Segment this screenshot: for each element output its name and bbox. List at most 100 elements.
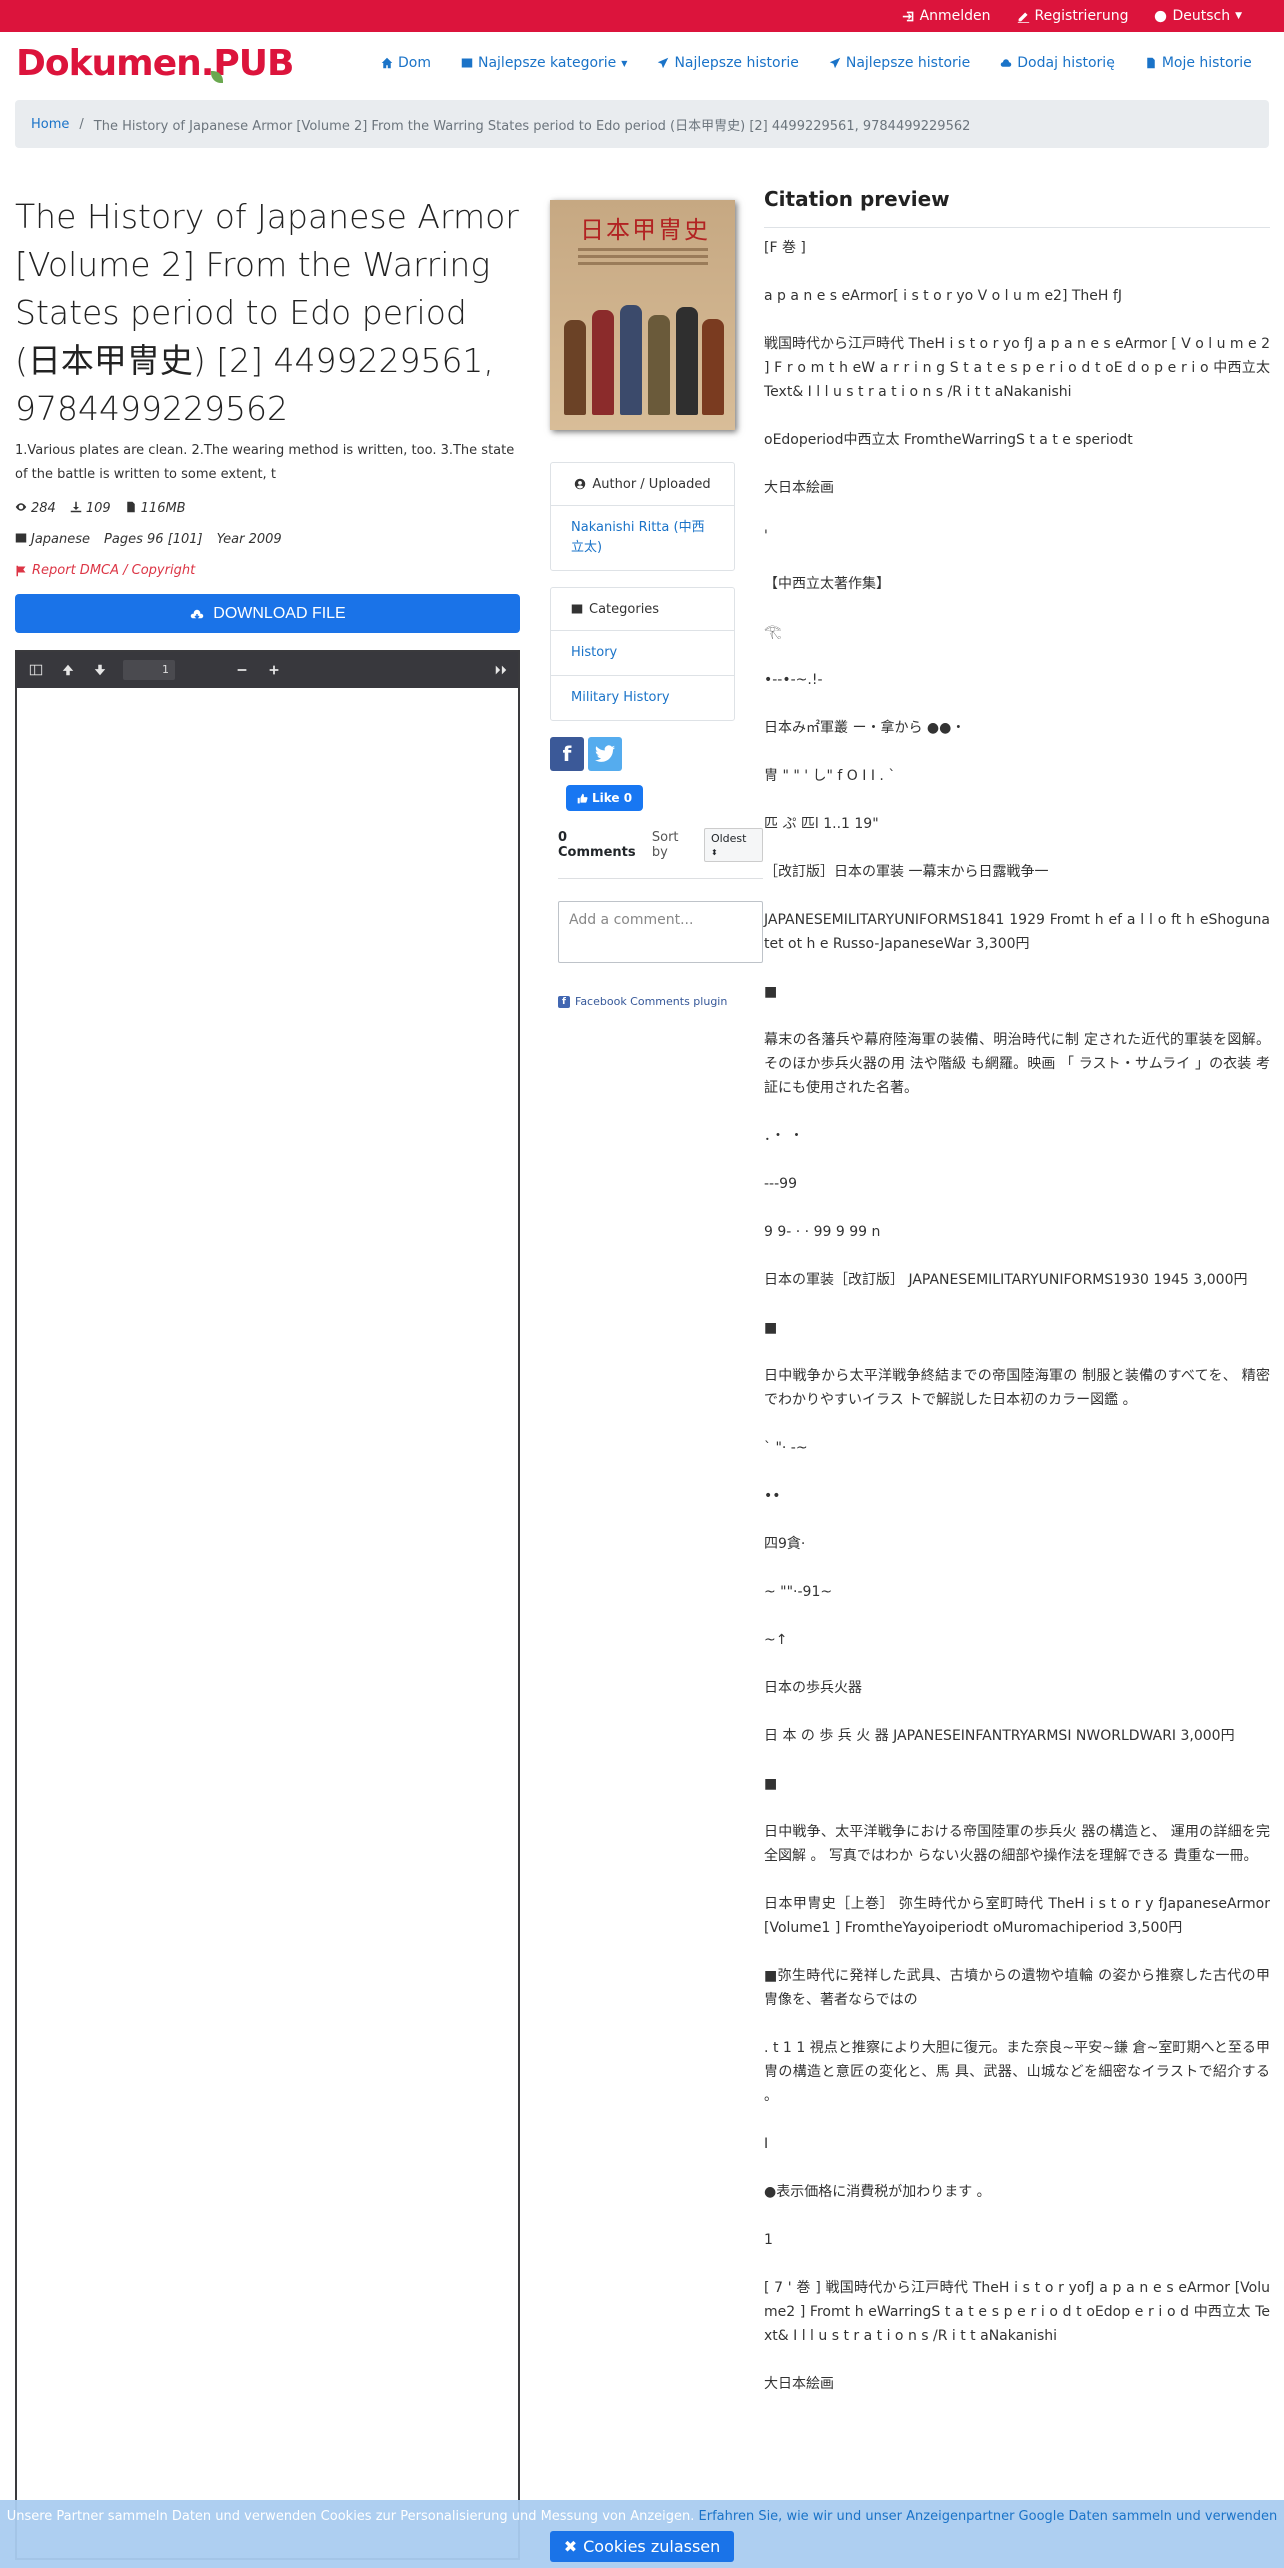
list-icon [461, 58, 473, 68]
citation-paragraph: •• [764, 1488, 781, 1504]
author-link[interactable]: Nakanishi Ritta (中西立太) [551, 506, 734, 570]
allow-cookies-button[interactable]: ✖ Cookies zulassen [549, 2530, 735, 2562]
nav-top-stories-1-label: Najlepsze historie [674, 55, 799, 71]
facebook-like-button[interactable]: Like 0 [566, 785, 643, 811]
cover-figure [564, 320, 586, 415]
login-link[interactable]: Anmelden [902, 8, 991, 24]
citation-paragraph: ' [764, 528, 768, 544]
pdf-toolbar: 1 [17, 652, 518, 688]
book-meta: Japanese Pages 96 [101] Year 2009 [15, 532, 520, 547]
nav-top-stories-2[interactable]: Najlepsze historie [829, 55, 970, 71]
categories-card-header: Categories [551, 588, 734, 631]
citation-preview: Citation preview [F 巻 ] a p a n e s eArmo… [764, 182, 1270, 2420]
cover-figure [702, 319, 724, 415]
language-dropdown[interactable]: Deutsch ▼ [1154, 8, 1242, 24]
twitter-share-icon[interactable] [588, 737, 622, 771]
page-title: The History of Japanese Armor [Volume 2]… [15, 197, 519, 428]
nav-my-stories[interactable]: Moje historie [1145, 55, 1252, 71]
cover-figure [648, 315, 670, 415]
citation-paragraph: ■ [764, 984, 778, 1000]
flag-icon [16, 565, 26, 576]
citation-paragraph: ［改訂版］日本の軍装 一幕末から日露戦争一 [764, 864, 1049, 880]
cover-figure [620, 305, 642, 415]
cookie-actions: ✖ Cookies zulassen [549, 2530, 735, 2562]
language-stat: Japanese [15, 532, 90, 547]
download-file-button[interactable]: DOWNLOAD FILE [15, 594, 520, 633]
comments-plugin-link[interactable]: f Facebook Comments plugin [558, 995, 763, 1008]
top-bar: Anmelden Registrierung Deutsch ▼ [0, 0, 1284, 32]
pdf-viewer[interactable]: 1 [15, 650, 520, 2560]
citation-paragraph: [ 7 ' 巻 ] 戦国時代から江戸時代 TheH i s t o r yofJ… [764, 2280, 1270, 2344]
cookie-policy-link[interactable]: Erfahren Sie, wie wir und unser Anzeigen… [699, 2509, 1278, 2524]
citation-paragraph: ` "· -~ [764, 1440, 808, 1456]
zoom-out-icon[interactable] [233, 661, 251, 679]
facebook-icon: f [558, 995, 570, 1008]
cover-title: 日本甲冑史 [580, 216, 710, 244]
cloud-upload-icon [1001, 59, 1012, 67]
report-dmca-link[interactable]: Report DMCA / Copyright [15, 563, 520, 578]
nav-categories[interactable]: Najlepsze kategorie ▼ [461, 55, 627, 71]
language-icon [15, 533, 27, 543]
site-logo[interactable]: Dokumen.PUB [16, 43, 361, 84]
book-details: The History of Japanese Armor [Volume 2]… [15, 185, 520, 2560]
language-label: Deutsch [1172, 8, 1231, 24]
citation-paragraph: ---99 [764, 1176, 797, 1192]
download-label: DOWNLOAD FILE [213, 604, 346, 622]
book-year: Year 2009 [216, 532, 282, 547]
author-card: Author / Uploaded Nakanishi Ritta (中西立太) [550, 462, 735, 571]
citation-paragraph: ．・ ・ [764, 1128, 804, 1144]
author-card-title: Author / Uploaded [592, 476, 711, 492]
citation-paragraph: 戦国時代から江戸時代 TheH i s t o r yo fJ a p a n … [764, 336, 1270, 400]
views-count: 284 [31, 501, 56, 516]
allow-cookies-label: Cookies zulassen [583, 2536, 721, 2556]
comment-input[interactable]: Add a comment... [558, 901, 763, 963]
citation-paragraph: ■ [764, 1320, 778, 1336]
book-cover-image: 日本甲冑史 [550, 200, 735, 430]
page-number-input[interactable]: 1 [123, 660, 175, 680]
author-card-header: Author / Uploaded [551, 463, 734, 506]
sidebar-toggle-icon[interactable] [27, 661, 45, 679]
citation-paragraph: 日本の軍装［改訂版］ JAPANESEMILITARYUNIFORMS1930 … [764, 1272, 1248, 1288]
categories-card: Categories History Military History [550, 587, 735, 721]
book-stats: 284 109 116MB [15, 501, 520, 516]
cover-subtitle-lines [578, 248, 708, 280]
citation-paragraph: 大日本絵画 [764, 2376, 834, 2392]
previous-page-icon[interactable] [59, 661, 77, 679]
citation-paragraph: 𓂀 [764, 624, 782, 640]
facebook-share-icon[interactable]: f [550, 737, 584, 771]
book-pages: Pages 96 [101] [104, 532, 203, 547]
cookie-banner: Unsere Partner sammeln Daten und verwend… [0, 2500, 1284, 2568]
cover-figure [676, 307, 698, 415]
breadcrumb-home[interactable]: Home [31, 117, 69, 132]
file-icon [1147, 57, 1155, 69]
breadcrumb: Home / The History of Japanese Armor [Vo… [15, 100, 1269, 148]
category-link-military-history[interactable]: Military History [551, 676, 734, 720]
citation-paragraph: 1 [764, 2232, 773, 2248]
zoom-in-icon[interactable] [265, 661, 283, 679]
categories-card-title: Categories [589, 601, 660, 617]
citation-paragraph: ~↑ [764, 1632, 788, 1648]
paper-plane-icon [658, 57, 669, 69]
citation-paragraph: 日中戦争、太平洋戦争における帝国陸軍の歩兵火 器の構造と、 運用の詳細を完全図解… [764, 1824, 1270, 1864]
nav-home[interactable]: Dom [381, 55, 431, 71]
citation-paragraph: 日中戦争から太平洋戦争終結までの帝国陸海軍の 制服と装備のすべてを、 精密でわか… [764, 1368, 1270, 1408]
downloads-count: 109 [85, 501, 111, 516]
citation-paragraph: [F 巻 ] [764, 240, 806, 256]
cookie-text-line: Unsere Partner sammeln Daten und verwend… [7, 2507, 1278, 2527]
next-page-icon[interactable] [91, 661, 109, 679]
report-label: Report DMCA / Copyright [32, 563, 196, 578]
nav-top-stories-1[interactable]: Najlepsze historie [657, 55, 799, 71]
register-link[interactable]: Registrierung [1017, 8, 1128, 24]
comments-header: 0 Comments Sort by Oldest ⬍ [558, 828, 763, 862]
sort-select[interactable]: Oldest ⬍ [703, 828, 763, 862]
home-icon [381, 57, 393, 69]
caret-down-icon: ▼ [621, 58, 628, 68]
citation-paragraph: ●表示価格に消費税が加わります 。 [764, 2184, 991, 2200]
category-link-history[interactable]: History [551, 631, 734, 676]
list-alt-icon [571, 604, 583, 614]
nav-top-stories-2-label: Najlepsze historie [845, 55, 971, 71]
comments-count: 0 Comments [558, 830, 636, 860]
more-tools-icon[interactable] [492, 661, 510, 679]
nav-add-story[interactable]: Dodaj historię [1000, 55, 1115, 71]
nav-categories-label: Najlepsze kategorie [477, 55, 617, 71]
